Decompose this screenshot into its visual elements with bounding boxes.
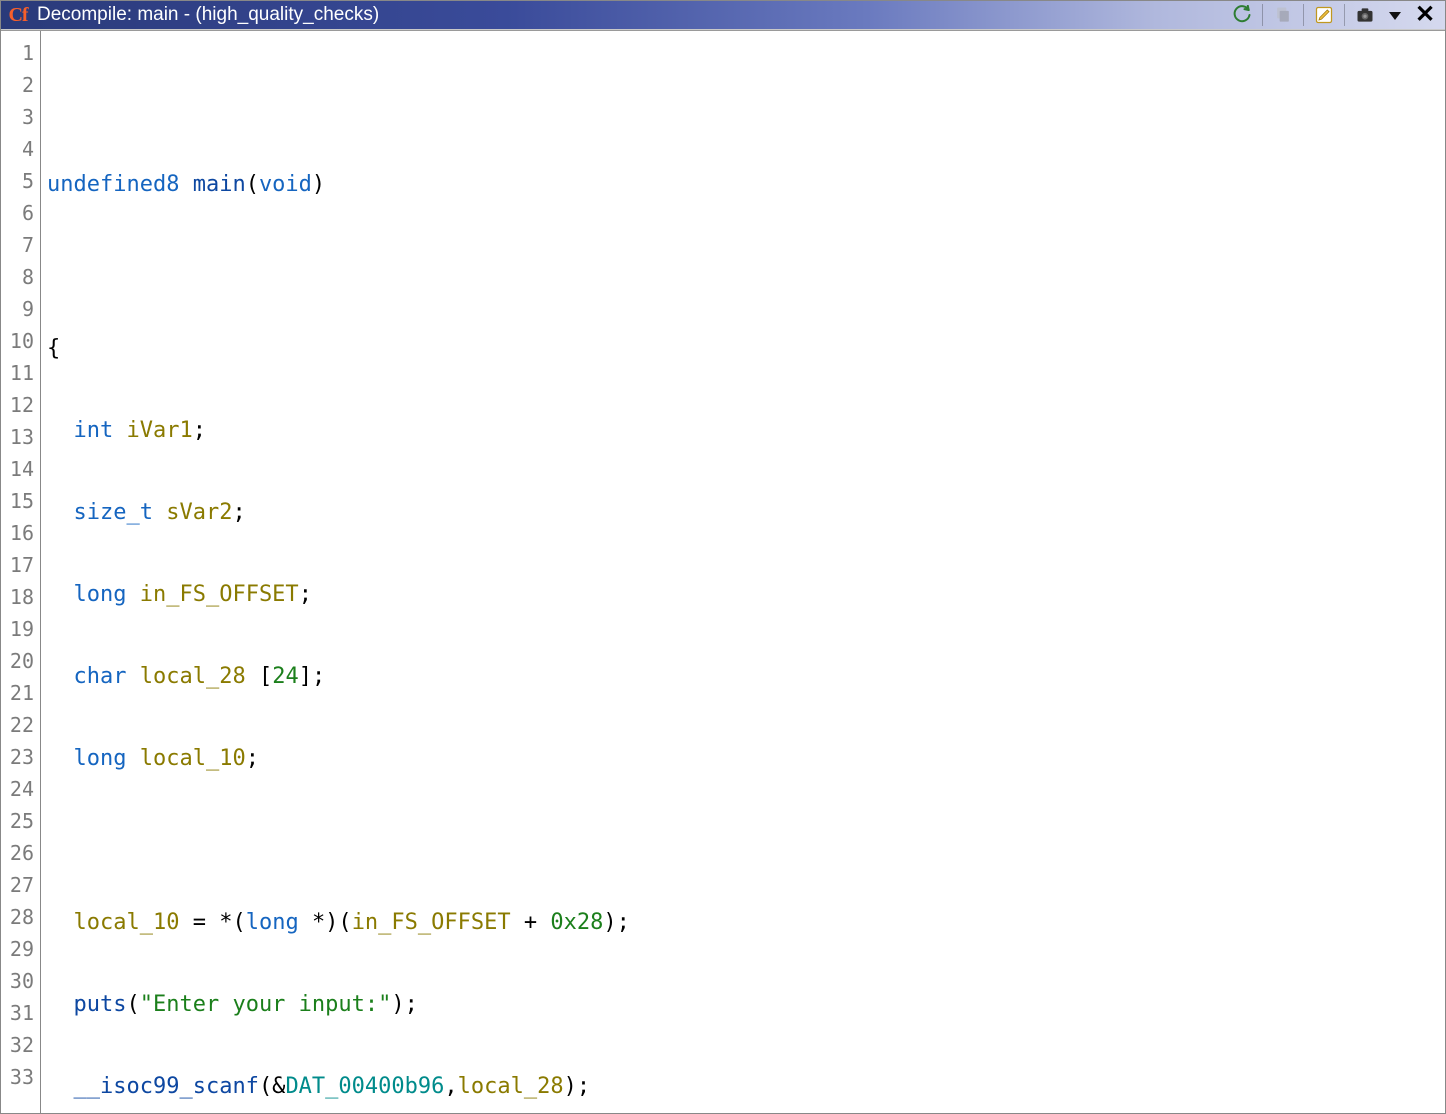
line-number: 15 bbox=[1, 485, 40, 517]
code-line bbox=[47, 87, 1445, 119]
edit-button[interactable] bbox=[1310, 1, 1338, 29]
camera-icon bbox=[1355, 5, 1375, 25]
line-number: 33 bbox=[1, 1061, 40, 1093]
line-number: 3 bbox=[1, 101, 40, 133]
line-number: 29 bbox=[1, 933, 40, 965]
code-line bbox=[47, 825, 1445, 857]
line-number: 22 bbox=[1, 709, 40, 741]
close-button[interactable]: ✕ bbox=[1411, 1, 1439, 29]
toolbar-separator bbox=[1303, 4, 1304, 26]
line-number: 4 bbox=[1, 133, 40, 165]
code-line: long in_FS_OFFSET; bbox=[47, 579, 1445, 611]
line-number: 24 bbox=[1, 773, 40, 805]
line-number: 13 bbox=[1, 421, 40, 453]
code-line: { bbox=[47, 333, 1445, 365]
line-number: 18 bbox=[1, 581, 40, 613]
line-number: 11 bbox=[1, 357, 40, 389]
line-number: 9 bbox=[1, 293, 40, 325]
refresh-icon bbox=[1232, 5, 1252, 25]
app-icon: Cf bbox=[7, 4, 29, 26]
refresh-button[interactable] bbox=[1228, 1, 1256, 29]
line-number: 1 bbox=[1, 37, 40, 69]
code-line: size_t sVar2; bbox=[47, 497, 1445, 529]
line-number: 16 bbox=[1, 517, 40, 549]
line-number: 12 bbox=[1, 389, 40, 421]
line-number: 19 bbox=[1, 613, 40, 645]
line-number: 25 bbox=[1, 805, 40, 837]
toolbar-separator bbox=[1344, 4, 1345, 26]
code-line: undefined8 main(void) bbox=[47, 169, 1445, 201]
snapshot-button[interactable] bbox=[1351, 1, 1379, 29]
line-number: 2 bbox=[1, 69, 40, 101]
code-line: __isoc99_scanf(&DAT_00400b96,local_28); bbox=[47, 1071, 1445, 1103]
code-line: local_10 = *(long *)(in_FS_OFFSET + 0x28… bbox=[47, 907, 1445, 939]
window-title: Decompile: main - (high_quality_checks) bbox=[37, 4, 379, 26]
line-number: 20 bbox=[1, 645, 40, 677]
decompile-window: Cf Decompile: main - (high_quality_check… bbox=[0, 0, 1446, 1114]
line-number: 7 bbox=[1, 229, 40, 261]
code-line bbox=[47, 251, 1445, 283]
code-view[interactable]: undefined8 main(void) { int iVar1; size_… bbox=[41, 31, 1445, 1113]
chevron-down-icon bbox=[1389, 12, 1401, 20]
close-icon: ✕ bbox=[1415, 3, 1435, 27]
line-number-gutter: 1234567891011121314151617181920212223242… bbox=[1, 31, 41, 1113]
code-line: puts("Enter your input:"); bbox=[47, 989, 1445, 1021]
line-number: 10 bbox=[1, 325, 40, 357]
code-line: int iVar1; bbox=[47, 415, 1445, 447]
toolbar-separator bbox=[1262, 4, 1263, 26]
menu-dropdown[interactable] bbox=[1381, 1, 1409, 29]
code-line: long local_10; bbox=[47, 743, 1445, 775]
copy-icon bbox=[1273, 5, 1293, 25]
line-number: 5 bbox=[1, 165, 40, 197]
line-number: 26 bbox=[1, 837, 40, 869]
titlebar: Cf Decompile: main - (high_quality_check… bbox=[1, 1, 1445, 29]
edit-icon bbox=[1314, 5, 1334, 25]
line-number: 31 bbox=[1, 997, 40, 1029]
line-number: 28 bbox=[1, 901, 40, 933]
line-number: 8 bbox=[1, 261, 40, 293]
editor-area: 1234567891011121314151617181920212223242… bbox=[1, 31, 1445, 1113]
line-number: 23 bbox=[1, 741, 40, 773]
copy-button[interactable] bbox=[1269, 1, 1297, 29]
line-number: 27 bbox=[1, 869, 40, 901]
line-number: 17 bbox=[1, 549, 40, 581]
line-number: 32 bbox=[1, 1029, 40, 1061]
line-number: 14 bbox=[1, 453, 40, 485]
line-number: 30 bbox=[1, 965, 40, 997]
toolbar: ✕ bbox=[1228, 1, 1439, 29]
line-number: 21 bbox=[1, 677, 40, 709]
code-line: char local_28 [24]; bbox=[47, 661, 1445, 693]
line-number: 6 bbox=[1, 197, 40, 229]
